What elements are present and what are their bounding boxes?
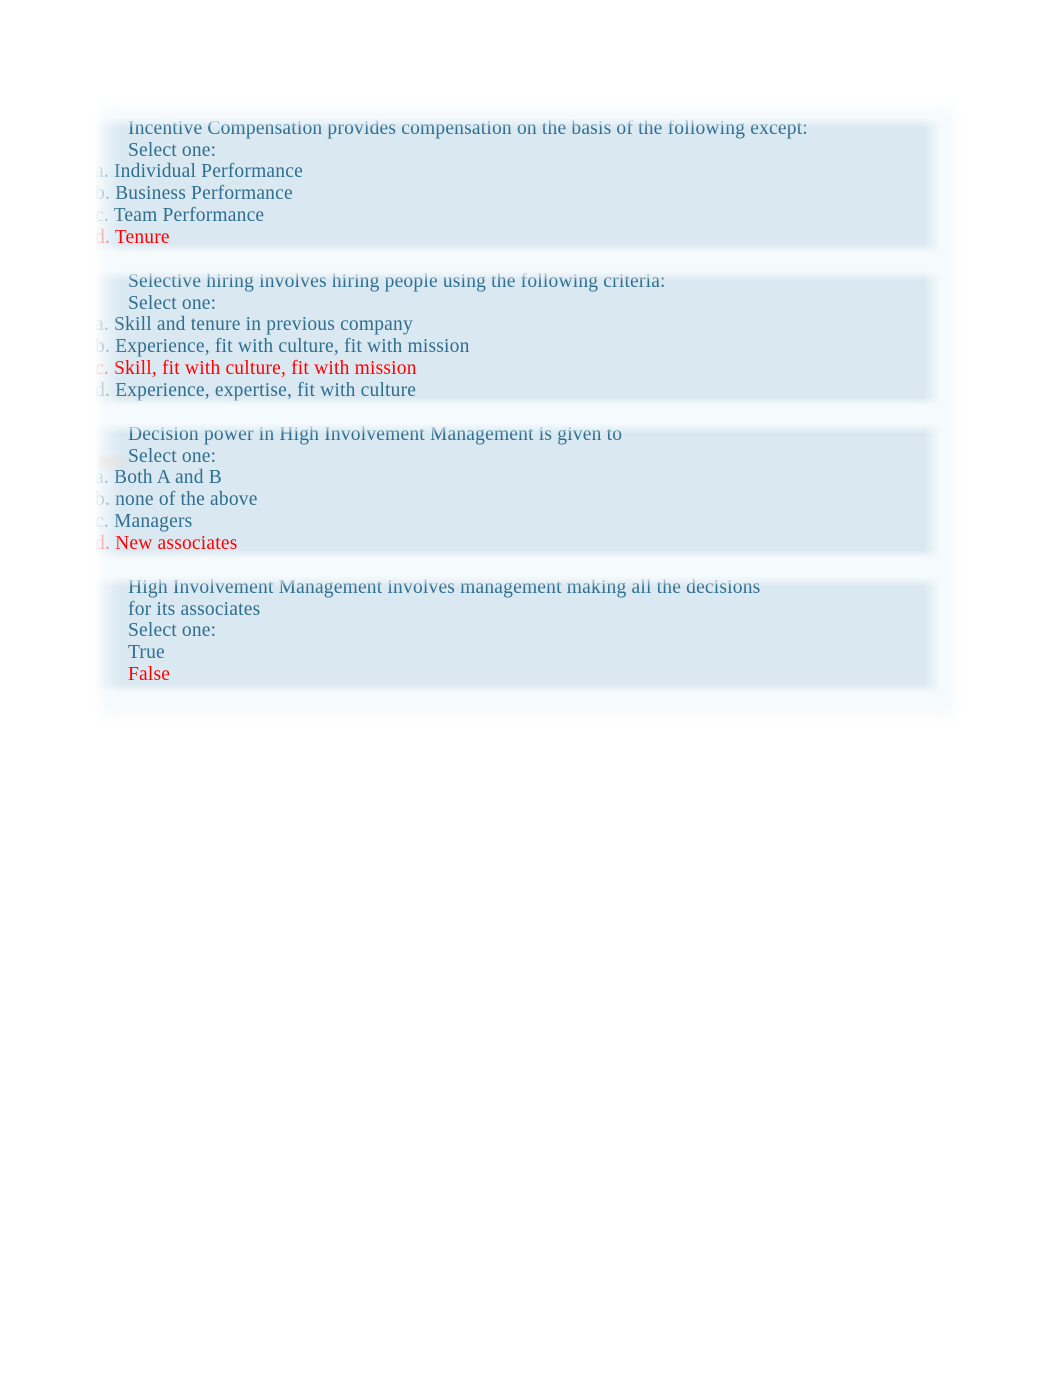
question-1-option-d[interactable]: d. Tenure (95, 227, 940, 249)
question-2-option-d[interactable]: d. Experience, expertise, fit with cultu… (95, 380, 940, 402)
question-block-2: Selective hiring involves hiring people … (95, 271, 940, 405)
question-2-option-b[interactable]: b. Experience, fit with culture, fit wit… (95, 336, 940, 358)
question-4-lines: High Involvement Management involves man… (95, 577, 940, 686)
question-4-stem: High Involvement Management involves man… (128, 577, 761, 620)
question-4-option-true[interactable]: True (95, 642, 940, 664)
question-1-option-b[interactable]: b. Business Performance (95, 183, 940, 205)
question-block-3: Decision power in High Involvement Manag… (95, 424, 940, 558)
question-1-stem: Incentive Compensation provides compensa… (128, 118, 808, 139)
question-2-lines: Selective hiring involves hiring people … (95, 271, 940, 401)
question-2-stem: Selective hiring involves hiring people … (128, 271, 666, 292)
question-1-option-c[interactable]: c. Team Performance (95, 205, 940, 227)
question-3-option-a[interactable]: a. Both A and B (95, 467, 940, 489)
question-3-select-one-label: Select one: (128, 445, 217, 467)
question-3-option-b[interactable]: b. none of the above (95, 489, 940, 511)
question-4-option-false[interactable]: False (95, 664, 940, 686)
question-3-stem: Decision power in High Involvement Manag… (128, 424, 623, 445)
question-4-select-one-label: Select one: (128, 620, 217, 642)
question-block-1: Incentive Compensation provides compensa… (95, 118, 940, 252)
question-2-select-one-label: Select one: (128, 292, 217, 314)
question-3-option-d[interactable]: d. New associates (95, 533, 940, 555)
question-1-select-one-label: Select one: (128, 139, 217, 161)
page-canvas: Incentive Compensation provides compensa… (0, 0, 1062, 1376)
question-1-option-a[interactable]: a. Individual Performance (95, 161, 940, 183)
question-3-lines: Decision power in High Involvement Manag… (95, 424, 940, 554)
question-block-4: High Involvement Management involves man… (95, 577, 940, 692)
question-2-option-a[interactable]: a. Skill and tenure in previous company (95, 314, 940, 336)
question-3-option-c[interactable]: c. Managers (95, 511, 940, 533)
question-1-lines: Incentive Compensation provides compensa… (95, 118, 940, 248)
question-2-option-c[interactable]: c. Skill, fit with culture, fit with mis… (95, 358, 940, 380)
